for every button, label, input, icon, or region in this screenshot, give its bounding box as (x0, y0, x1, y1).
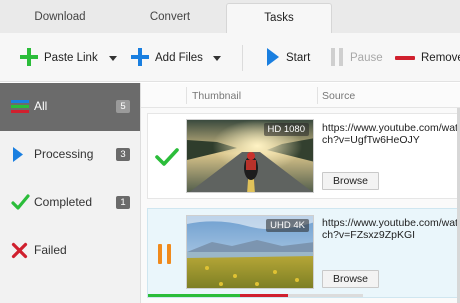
add-files-label: Add Files (155, 52, 203, 64)
video-thumbnail: UHD 4K (186, 215, 314, 289)
checkmark-icon (11, 194, 30, 214)
paste-link-dropdown[interactable] (109, 47, 117, 69)
tab-bar: Download Convert Tasks (0, 0, 460, 33)
play-icon (266, 47, 280, 70)
plus-icon (20, 47, 38, 69)
count-badge: 1 (116, 196, 130, 209)
progress-fill-red (240, 294, 288, 297)
plus-icon (131, 47, 149, 69)
task-row[interactable]: HD 1080 https://www.youtube.com/watch?v=… (147, 113, 460, 199)
sidebar-item-completed[interactable]: Completed 1 (0, 179, 140, 227)
sidebar: All 5 Processing 3 Completed 1 Failed (0, 83, 141, 303)
pause-label: Pause (350, 52, 383, 64)
column-thumbnail[interactable]: Thumbnail (192, 90, 241, 102)
task-row[interactable]: UHD 4K https://www.youtube.com/watch?v=F… (147, 208, 460, 298)
pause-button[interactable]: Pause (330, 47, 383, 69)
x-icon (11, 242, 28, 262)
play-icon (11, 146, 25, 166)
add-files-button[interactable]: Add Files (131, 47, 203, 69)
sidebar-item-failed[interactable]: Failed (0, 227, 140, 275)
sidebar-item-label: Failed (34, 243, 67, 257)
quality-badge: HD 1080 (263, 123, 309, 136)
column-header: Thumbnail Source (141, 83, 460, 108)
sidebar-item-label: All (34, 99, 48, 113)
add-files-dropdown[interactable] (213, 47, 221, 69)
sidebar-item-processing[interactable]: Processing 3 (0, 131, 140, 179)
remove-button[interactable]: Remove (395, 47, 460, 69)
minus-icon (395, 52, 415, 64)
toolbar-divider (242, 45, 243, 71)
sidebar-item-label: Processing (34, 147, 94, 161)
task-progress-bar (148, 294, 363, 297)
progress-fill-green (148, 294, 240, 297)
sidebar-item-all[interactable]: All 5 (0, 83, 140, 131)
quality-badge: UHD 4K (266, 219, 309, 232)
tab-convert[interactable]: Convert (116, 3, 224, 33)
tab-download[interactable]: Download (6, 3, 114, 33)
column-source[interactable]: Source (322, 90, 355, 102)
checkmark-icon (155, 147, 179, 170)
start-label: Start (286, 52, 311, 64)
chevron-down-icon (213, 55, 221, 61)
video-thumbnail: HD 1080 (186, 119, 314, 193)
browse-button[interactable]: Browse (322, 270, 379, 288)
count-badge: 5 (116, 100, 130, 113)
chevron-down-icon (109, 55, 117, 61)
paste-link-button[interactable]: Paste Link (20, 47, 98, 69)
tab-tasks[interactable]: Tasks (226, 3, 332, 33)
column-divider (317, 87, 318, 104)
pause-icon (330, 47, 344, 70)
count-badge: 3 (116, 148, 130, 161)
remove-label: Remove (421, 52, 460, 64)
toolbar: Paste Link Add Files Start Pause Remove (0, 33, 460, 82)
task-list: Thumbnail Source HD 1080 https://www.you… (141, 83, 460, 303)
pause-icon (155, 242, 175, 269)
browse-button[interactable]: Browse (322, 172, 379, 190)
column-divider (186, 87, 187, 104)
sidebar-item-label: Completed (34, 195, 93, 209)
source-url: https://www.youtube.com/watch?v=FZsxz9Zp… (322, 217, 458, 241)
paste-link-label: Paste Link (44, 52, 98, 64)
source-url: https://www.youtube.com/watch?v=UgfTw6He… (322, 122, 458, 146)
stacked-bars-icon (11, 98, 29, 117)
start-button[interactable]: Start (266, 47, 310, 69)
